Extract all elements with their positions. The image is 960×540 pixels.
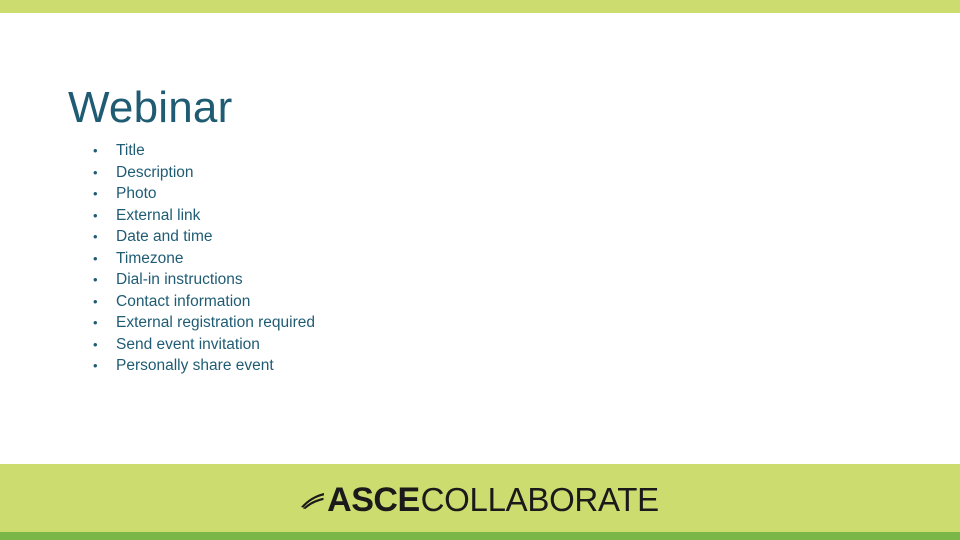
list-item-label: Send event invitation	[116, 335, 260, 353]
list-item: • Photo	[88, 183, 788, 205]
list-item: • Dial-in instructions	[88, 269, 788, 291]
top-color-band	[0, 0, 960, 13]
bullet-marker-icon: •	[93, 315, 98, 330]
list-item-label: Contact information	[116, 292, 251, 310]
list-item-label: Date and time	[116, 228, 213, 245]
bullet-marker-icon: •	[93, 336, 98, 352]
list-item: • Timezone	[88, 248, 788, 270]
list-item: • Send event invitation	[88, 334, 788, 356]
bullet-marker-icon: •	[93, 143, 98, 158]
bullet-marker-icon: •	[93, 358, 98, 373]
bullet-marker-icon: •	[93, 272, 98, 287]
list-item-label: Description	[116, 163, 194, 181]
list-item: • Date and time	[88, 226, 788, 248]
list-item-label: External link	[116, 206, 201, 224]
list-item: • External link	[88, 205, 788, 227]
list-item: • Personally share event	[88, 355, 788, 377]
asce-text: ASCE	[327, 481, 420, 519]
list-item-label: External registration required	[116, 314, 316, 331]
bullet-marker-icon: •	[93, 250, 98, 266]
list-item-label: Timezone	[116, 249, 184, 267]
bullet-marker-icon: •	[93, 293, 98, 309]
slide: Webinar • Title • Description • Photo • Externa…	[0, 0, 960, 540]
bullet-marker-icon: •	[93, 164, 98, 180]
list-item-label: Personally share event	[116, 357, 274, 374]
bottom-rule	[0, 532, 960, 540]
list-item: • Contact information	[88, 291, 788, 313]
list-item: • Description	[88, 162, 788, 184]
page-title: Webinar	[68, 83, 233, 133]
bullet-marker-icon: •	[93, 186, 98, 201]
list-item-label: Title	[116, 142, 145, 159]
footer-logo: ASCE COLLABORATE	[0, 482, 960, 518]
list-item: • Title	[88, 140, 788, 162]
bullet-marker-icon: •	[93, 207, 98, 223]
collaborate-text: COLLABORATE	[420, 481, 659, 518]
asce-swoosh-icon	[301, 493, 325, 509]
list-item-label: Dial-in instructions	[116, 271, 243, 288]
asce-wordmark: ASCE	[301, 481, 420, 519]
list-item-label: Photo	[116, 185, 157, 202]
bullet-list: • Title • Description • Photo • External link • D…	[88, 140, 788, 377]
bullet-marker-icon: •	[93, 229, 98, 244]
list-item: • External registration required	[88, 312, 788, 334]
